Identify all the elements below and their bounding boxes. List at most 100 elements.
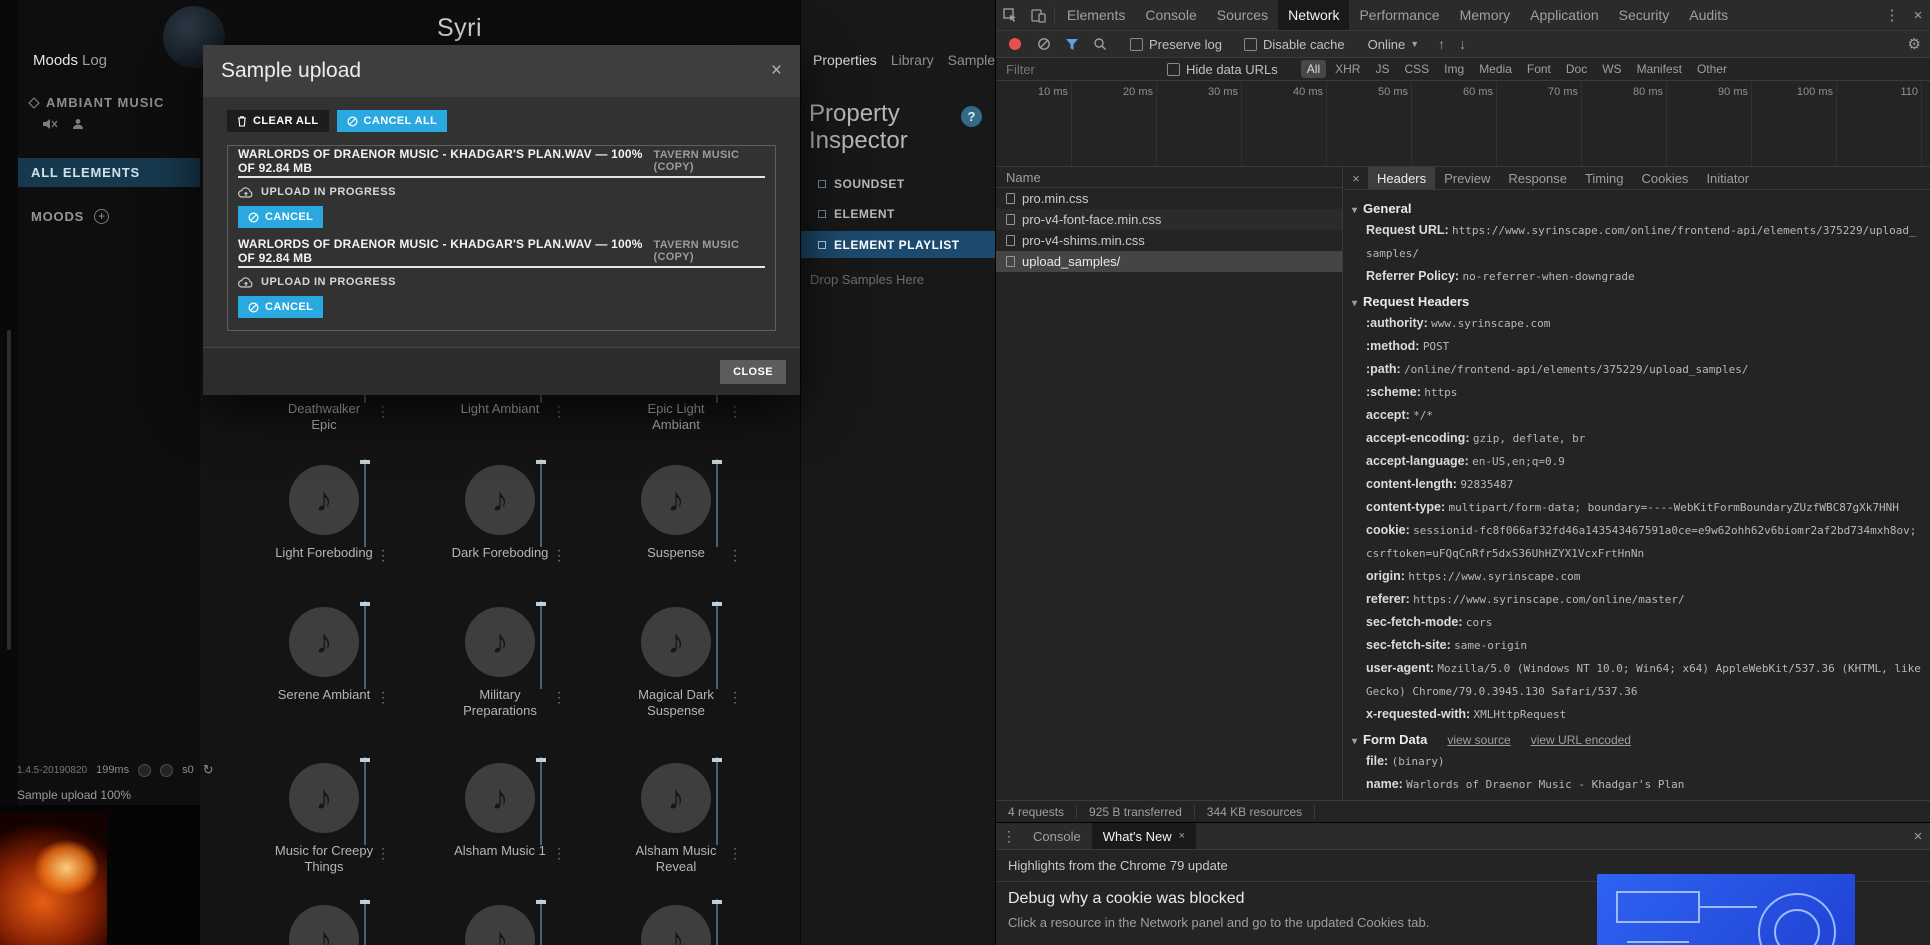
volume-knob[interactable] xyxy=(536,602,546,606)
tab-security[interactable]: Security xyxy=(1609,0,1680,30)
cancel-button[interactable]: CANCEL xyxy=(238,206,324,228)
app-scrollbar[interactable] xyxy=(7,330,11,650)
volume-slider[interactable] xyxy=(360,601,370,689)
section-title-request-headers[interactable]: ▾ Request Headers xyxy=(1352,294,1922,309)
nav-item-moods[interactable]: Moods xyxy=(33,52,78,69)
inspector-item-element[interactable]: ELEMENT xyxy=(801,200,996,227)
volume-knob[interactable] xyxy=(360,758,370,762)
volume-slider[interactable] xyxy=(536,757,546,845)
export-har-icon[interactable]: ↓ xyxy=(1459,36,1466,52)
volume-knob[interactable] xyxy=(712,602,722,606)
cancel-button[interactable]: CANCEL xyxy=(238,296,324,318)
clear-network-icon[interactable] xyxy=(1037,37,1051,51)
detail-tab-cookies[interactable]: Cookies xyxy=(1632,167,1697,189)
add-mood-icon[interactable]: + xyxy=(94,209,110,224)
element-tile[interactable]: ♪ Alsham Music 1 ⋮ xyxy=(412,757,588,915)
element-tile[interactable]: ♪ Suspense ⋮ xyxy=(588,459,764,617)
filter-pill-ws[interactable]: WS xyxy=(1596,60,1627,78)
volume-slider[interactable] xyxy=(360,899,370,945)
record-button[interactable] xyxy=(1009,38,1021,50)
filter-pill-xhr[interactable]: XHR xyxy=(1329,60,1366,78)
import-har-icon[interactable]: ↑ xyxy=(1438,36,1445,52)
section-title-general[interactable]: ▾ General xyxy=(1352,201,1922,216)
volume-slider[interactable] xyxy=(712,601,722,689)
element-menu-ic on[interactable]: ⋮ xyxy=(552,689,566,706)
filter-pill-other[interactable]: Other xyxy=(1691,60,1733,78)
request-row[interactable]: pro.min.css xyxy=(996,188,1342,209)
element-menu-ic on[interactable]: ⋮ xyxy=(376,689,390,706)
element-icon[interactable]: ♪ xyxy=(289,905,359,945)
tab-library[interactable]: Library xyxy=(891,52,934,68)
detail-tab-response[interactable]: Response xyxy=(1499,167,1576,189)
help-button[interactable]: ? xyxy=(961,106,982,127)
element-menu-icon[interactable]: ⋮ xyxy=(728,845,742,862)
volume-knob[interactable] xyxy=(712,758,722,762)
detail-tab-timing[interactable]: Timing xyxy=(1576,167,1633,189)
element-menu-icon[interactable]: ⋮ xyxy=(376,547,390,564)
filter-pill-img[interactable]: Img xyxy=(1438,60,1470,78)
element-menu-icon[interactable]: ⋮ xyxy=(552,547,566,564)
element-icon[interactable]: ♪ xyxy=(641,465,711,535)
element-tile[interactable]: ♪ Serene Ambiant ⋮ xyxy=(236,601,412,759)
tab-sources[interactable]: Sources xyxy=(1207,0,1278,30)
requests-header[interactable]: Name xyxy=(996,167,1342,188)
element-tile[interactable]: ♪ Dark Foreboding ⋮ xyxy=(412,459,588,617)
close-button[interactable]: CLOSE xyxy=(720,359,786,384)
detail-tab-preview[interactable]: Preview xyxy=(1435,167,1499,189)
nav-item-log[interactable]: Log xyxy=(82,52,107,69)
filter-pill-js[interactable]: JS xyxy=(1369,60,1395,78)
filter-pill-doc[interactable]: Doc xyxy=(1560,60,1593,78)
throttling-select[interactable]: Online ▼ xyxy=(1368,37,1420,52)
user-icon[interactable] xyxy=(72,117,84,135)
detail-tab-headers[interactable]: Headers xyxy=(1368,167,1436,189)
network-filter-input[interactable] xyxy=(1006,61,1156,77)
volume-slider[interactable] xyxy=(536,459,546,547)
filter-pill-css[interactable]: CSS xyxy=(1398,60,1435,78)
element-icon[interactable]: ♪ xyxy=(289,607,359,677)
element-menu-icon[interactable]: ⋮ xyxy=(376,403,390,420)
mute-icon[interactable] xyxy=(42,117,58,135)
tab-close-icon[interactable]: × xyxy=(1179,830,1185,842)
element-tile[interactable]: ♪ xyxy=(588,899,764,945)
devtools-menu-icon[interactable]: ⋮ xyxy=(1879,0,1905,30)
volume-knob[interactable] xyxy=(536,758,546,762)
request-row[interactable]: upload_samples/ xyxy=(996,251,1342,272)
details-close-icon[interactable]: × xyxy=(1344,167,1368,189)
drawer-menu-icon[interactable]: ⋮ xyxy=(996,823,1022,849)
tab-performance[interactable]: Performance xyxy=(1349,0,1449,30)
element-icon[interactable]: ♪ xyxy=(641,905,711,945)
devtools-close-icon[interactable]: × xyxy=(1905,0,1930,30)
element-tile[interactable]: ♪ xyxy=(412,899,588,945)
drawer-close-icon[interactable]: × xyxy=(1905,823,1930,849)
tab-network[interactable]: Network xyxy=(1278,0,1350,30)
volume-slider[interactable] xyxy=(712,899,722,945)
element-icon[interactable]: ♪ xyxy=(465,763,535,833)
sidebar-item-all-elements[interactable]: ALL ELEMENTS xyxy=(18,158,200,187)
filter-pill-media[interactable]: Media xyxy=(1473,60,1518,78)
volume-slider[interactable] xyxy=(360,757,370,845)
element-icon[interactable]: ♪ xyxy=(465,465,535,535)
element-icon[interactable]: ♪ xyxy=(465,905,535,945)
inspector-item-soundset[interactable]: SOUNDSET xyxy=(801,170,996,197)
element-menu-icon[interactable]: ⋮ xyxy=(552,403,566,420)
hide-data-urls-checkbox[interactable] xyxy=(1167,62,1180,76)
element-menu-ic on[interactable]: ⋮ xyxy=(728,689,742,706)
element-tile[interactable]: ♪ xyxy=(236,899,412,945)
filter-pill-all[interactable]: All xyxy=(1300,60,1327,78)
element-menu-icon[interactable]: ⋮ xyxy=(552,845,566,862)
element-menu-icon[interactable]: ⋮ xyxy=(376,845,390,862)
volume-knob[interactable] xyxy=(536,460,546,464)
inspector-item-element-playlist[interactable]: ELEMENT PLAYLIST xyxy=(801,231,996,258)
view-url-encoded-link[interactable]: view URL encoded xyxy=(1531,733,1631,747)
element-icon[interactable]: ♪ xyxy=(289,465,359,535)
volume-slider[interactable] xyxy=(712,757,722,845)
filter-pill-font[interactable]: Font xyxy=(1521,60,1557,78)
tab-elements[interactable]: Elements xyxy=(1057,0,1135,30)
preserve-log-checkbox[interactable] xyxy=(1130,37,1143,51)
tab-memory[interactable]: Memory xyxy=(1450,0,1521,30)
volume-slider[interactable] xyxy=(712,459,722,547)
search-icon[interactable] xyxy=(1093,37,1107,51)
volume-knob[interactable] xyxy=(360,460,370,464)
drawer-tab-whats-new[interactable]: What's New × xyxy=(1091,823,1197,849)
element-menu-icon[interactable]: ⋮ xyxy=(728,403,742,420)
